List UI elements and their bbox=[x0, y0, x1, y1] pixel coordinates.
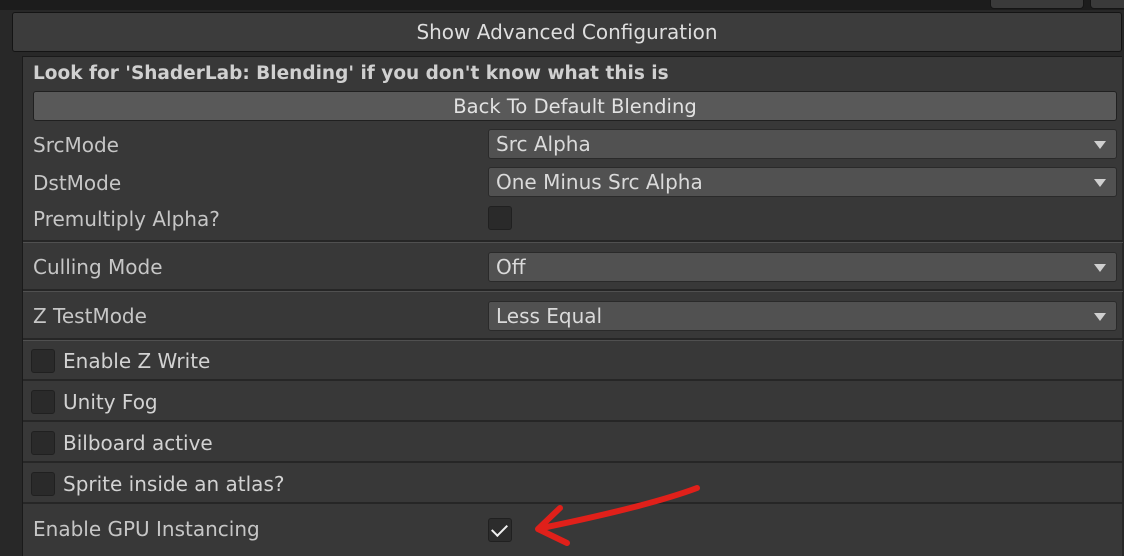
divider bbox=[23, 420, 1123, 422]
divider bbox=[23, 340, 1123, 341]
chevron-down-icon bbox=[1094, 141, 1106, 149]
culling-mode-dropdown[interactable]: Off bbox=[488, 252, 1117, 282]
bilboard-active-label: Bilboard active bbox=[63, 431, 213, 455]
divider bbox=[23, 242, 1123, 243]
enable-gpu-instancing-label: Enable GPU Instancing bbox=[33, 517, 260, 541]
check-icon bbox=[491, 520, 508, 537]
premultiply-alpha-checkbox[interactable] bbox=[488, 206, 512, 230]
dst-mode-dropdown[interactable]: One Minus Src Alpha bbox=[488, 167, 1117, 197]
sprite-inside-atlas-checkbox[interactable] bbox=[31, 472, 55, 496]
src-mode-value: Src Alpha bbox=[496, 132, 591, 156]
blending-info-text: Look for 'ShaderLab: Blending' if you do… bbox=[33, 63, 669, 84]
red-arrow-icon bbox=[535, 485, 700, 546]
dst-mode-label: DstMode bbox=[33, 171, 122, 195]
src-mode-label: SrcMode bbox=[33, 133, 119, 157]
divider bbox=[23, 291, 1123, 292]
toolbar-button[interactable] bbox=[1090, 0, 1124, 9]
z-test-mode-dropdown[interactable]: Less Equal bbox=[488, 301, 1117, 331]
show-advanced-configuration-button[interactable]: Show Advanced Configuration bbox=[12, 12, 1122, 52]
sprite-inside-atlas-label: Sprite inside an atlas? bbox=[63, 472, 285, 496]
divider bbox=[23, 379, 1123, 381]
enable-z-write-checkbox[interactable] bbox=[31, 349, 55, 373]
divider bbox=[23, 461, 1123, 463]
culling-mode-value: Off bbox=[496, 255, 526, 279]
chevron-down-icon bbox=[1094, 179, 1106, 187]
dst-mode-value: One Minus Src Alpha bbox=[496, 170, 703, 194]
enable-gpu-instancing-checkbox[interactable] bbox=[488, 518, 512, 542]
unity-fog-checkbox[interactable] bbox=[31, 390, 55, 414]
top-toolbar-strip bbox=[0, 0, 1124, 10]
back-to-default-blending-button[interactable]: Back To Default Blending bbox=[33, 91, 1117, 121]
bilboard-active-checkbox[interactable] bbox=[31, 431, 55, 455]
culling-mode-label: Culling Mode bbox=[33, 255, 163, 279]
unity-fog-label: Unity Fog bbox=[63, 390, 158, 414]
z-test-mode-value: Less Equal bbox=[496, 304, 603, 328]
chevron-down-icon bbox=[1094, 313, 1106, 321]
toolbar-button[interactable] bbox=[990, 0, 1084, 9]
chevron-down-icon bbox=[1094, 264, 1106, 272]
z-test-mode-label: Z TestMode bbox=[33, 304, 147, 328]
show-advanced-configuration-label: Show Advanced Configuration bbox=[416, 20, 718, 44]
premultiply-alpha-label: Premultiply Alpha? bbox=[33, 207, 220, 231]
src-mode-dropdown[interactable]: Src Alpha bbox=[488, 129, 1117, 159]
back-to-default-blending-label: Back To Default Blending bbox=[453, 94, 697, 118]
enable-z-write-label: Enable Z Write bbox=[63, 349, 211, 373]
